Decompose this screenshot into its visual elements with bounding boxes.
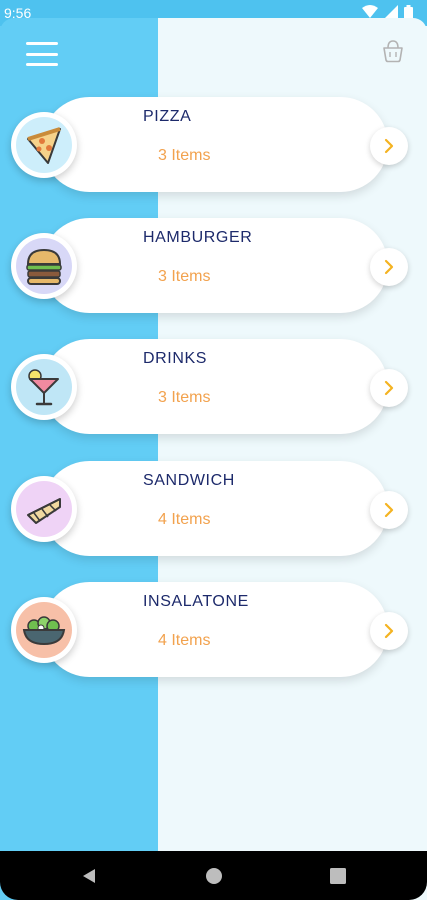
category-title: HAMBURGER <box>143 229 253 246</box>
category-count: 3 Items <box>158 389 211 406</box>
salad-bowl-icon <box>16 602 72 658</box>
hamburger-menu-icon[interactable] <box>26 42 58 66</box>
sandwich-icon <box>16 481 72 537</box>
category-card-insalatone[interactable]: INSALATONE 4 Items <box>11 582 408 677</box>
category-count: 4 Items <box>158 511 211 528</box>
chevron-right-icon[interactable] <box>370 369 408 407</box>
category-title: DRINKS <box>143 350 208 367</box>
wifi-icon <box>362 5 378 18</box>
top-sheet-corners <box>0 18 427 38</box>
category-card-drinks[interactable]: DRINKS 3 Items <box>11 339 408 434</box>
category-title: SANDWICH <box>143 472 235 489</box>
chevron-right-icon[interactable] <box>370 491 408 529</box>
category-count: 3 Items <box>158 147 211 164</box>
home-icon[interactable] <box>204 866 224 886</box>
category-image-drinks <box>11 354 77 420</box>
chevron-right-icon[interactable] <box>370 248 408 286</box>
category-count: 3 Items <box>158 268 211 285</box>
category-image-sandwich <box>11 476 77 542</box>
category-title: PIZZA <box>143 108 192 125</box>
category-card-pizza[interactable]: PIZZA 3 Items <box>11 97 408 192</box>
category-image-hamburger <box>11 233 77 299</box>
chevron-right-icon[interactable] <box>370 127 408 165</box>
hamburger-icon <box>16 238 72 294</box>
pizza-slice-icon <box>16 117 72 173</box>
shopping-basket-icon[interactable] <box>380 38 406 64</box>
category-card-sandwich[interactable]: SANDWICH 4 Items <box>11 461 408 556</box>
category-card-hamburger[interactable]: HAMBURGER 3 Items <box>11 218 408 313</box>
chevron-right-icon[interactable] <box>370 612 408 650</box>
cocktail-glass-icon <box>16 359 72 415</box>
recents-icon[interactable] <box>328 866 348 886</box>
category-title: INSALATONE <box>143 593 249 610</box>
category-image-insalatone <box>11 597 77 663</box>
signal-icon <box>384 5 398 19</box>
system-navigation-bar <box>0 851 427 900</box>
category-count: 4 Items <box>158 632 211 649</box>
back-icon[interactable] <box>80 866 100 886</box>
category-image-pizza <box>11 112 77 178</box>
